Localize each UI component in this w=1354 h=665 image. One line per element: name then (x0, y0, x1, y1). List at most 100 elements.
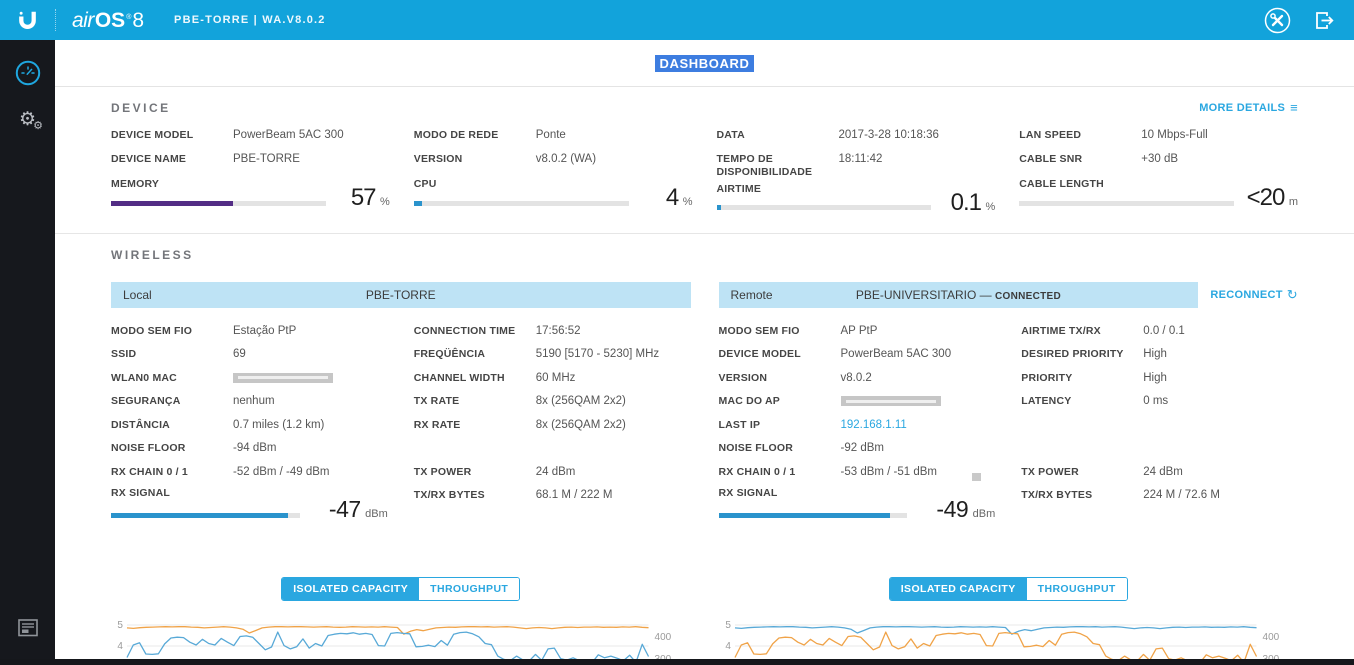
field-value: 68.1 M / 222 M (535, 489, 613, 502)
field-label: DEVICE MODEL (111, 129, 194, 141)
field-row: TX POWER 24 dBm (414, 464, 691, 488)
redacted-chip (971, 472, 981, 481)
brand-version: 8 (132, 8, 145, 32)
brand-reg: ® (126, 13, 132, 21)
redacted-value-bar (840, 396, 941, 407)
field-value: 224 M / 72.6 M (1143, 489, 1220, 502)
device-grid: DEVICE MODEL PowerBeam 5AC 300 DEVICE NAME… (111, 127, 1298, 217)
field-value: v8.0.2 (WA) (535, 152, 597, 165)
field-label: CABLE SNR (1019, 152, 1083, 165)
tools-icon[interactable] (1264, 7, 1291, 34)
ubiquiti-logo[interactable] (0, 8, 55, 33)
field-label: RX CHAIN 0 / 1 (111, 465, 188, 478)
remote-rx-signal: RX SIGNAL -49 dBm (718, 487, 995, 523)
field-value: PowerBeam 5AC 300 (233, 129, 344, 141)
topbar-icons (1264, 7, 1354, 34)
field-label: SSID (111, 348, 137, 361)
field-value: 18:11:42 (838, 152, 883, 165)
tab-dashboard[interactable]: DASHBOARD (654, 54, 755, 72)
remote-panel: PBE-UNIVERSITARIO — CONNECTED Remote REC… (718, 281, 1299, 524)
field-row: TX POWER 24 dBm (1021, 464, 1298, 488)
sidebar-item-dashboard[interactable] (0, 50, 55, 96)
remote-panel-header: PBE-UNIVERSITARIO — CONNECTED Remote (718, 281, 1199, 308)
field-row: LAST IP 192.168.1.11 (719, 417, 996, 441)
local-rx-signal: RX SIGNAL -47 dBm (111, 487, 388, 523)
airtime-meter: AIRTIME 0.1 % (716, 183, 995, 217)
field-value: v8.0.2 (840, 371, 872, 384)
svg-text:400: 400 (655, 632, 672, 643)
sidebar-item-console[interactable] (0, 605, 55, 651)
tab-isolated-capacity[interactable]: ISOLATED CAPACITY (889, 578, 1027, 601)
field-value: 0 ms (1143, 395, 1169, 408)
svg-text:5: 5 (117, 620, 123, 631)
field-row: VERSION v8.0.2 (WA) (414, 151, 693, 175)
field-label: MODO SEM FIO (111, 324, 193, 337)
meter-track (413, 200, 629, 206)
redacted-value-inner (845, 399, 936, 403)
cable-length-meter: CABLE LENGTH <20 m (1019, 178, 1298, 212)
field-label: DESIRED PRIORITY (1021, 348, 1124, 361)
field-row: WLAN0 MAC (111, 370, 388, 394)
field-row: AIRTIME TX/RX 0.0 / 0.1 (1021, 323, 1298, 347)
field-label: SEGURANÇA (111, 395, 181, 408)
sidebar: ⚙ ⚙ (0, 40, 55, 665)
redacted-value-inner (238, 376, 328, 380)
capacity-chart-remote: 5432400300200 (725, 620, 1279, 665)
reconnect-link[interactable]: RECONNECT ↻ (1210, 287, 1298, 303)
device-column: LAN SPEED 10 Mbps-Full CABLE SNR +30 dB CAB… (1019, 127, 1298, 217)
list-icon: ≡ (1290, 100, 1298, 115)
rx-signal-track (111, 513, 300, 519)
brand-air: air (72, 8, 94, 32)
logout-icon[interactable] (1313, 9, 1336, 32)
field-label: RX RATE (413, 418, 461, 431)
more-details-link[interactable]: MORE DETAILS ≡ (1199, 100, 1298, 115)
device-section-title: DEVICE (111, 100, 171, 115)
field-row: DISTÂNCIA 0.7 miles (1.2 km) (111, 417, 388, 441)
field-value: 8x (256QAM 2x2) (535, 418, 626, 431)
field-row: TX/RX BYTES 224 M / 72.6 M (1021, 487, 1298, 511)
tab-throughput[interactable]: THROUGHPUT (419, 578, 520, 601)
charts-row: ISOLATED CAPACITY THROUGHPUT 54324003002… (55, 577, 1354, 665)
rx-signal-fill (718, 513, 891, 519)
memory-meter: MEMORY 57 % (111, 178, 390, 212)
capacity-chart-local: 5432400300200 (117, 620, 672, 665)
refresh-icon: ↻ (1286, 286, 1298, 302)
tab-isolated-capacity[interactable]: ISOLATED CAPACITY (282, 578, 420, 601)
svg-text:4: 4 (117, 641, 123, 652)
field-value: Ponte (535, 129, 566, 141)
local-panel-header: PBE-TORRE Local (111, 281, 691, 308)
field-label: MODO SEM FIO (718, 324, 800, 337)
field-label: DISTÂNCIA (111, 418, 170, 431)
field-row: SSID 69 (111, 346, 388, 370)
field-value: Estação PtP (233, 324, 297, 337)
field-label: TX RATE (413, 395, 460, 408)
field-value: 69 (233, 348, 246, 361)
field-row: NOISE FLOOR -94 dBm (111, 440, 388, 464)
svg-text:4: 4 (725, 641, 731, 652)
top-bar: air OS ® 8 PBE-TORRE | WA.V8.0.2 (0, 0, 1354, 40)
field-value (233, 370, 388, 383)
field-value (840, 393, 996, 407)
airos-brand: air OS ® 8 (72, 10, 144, 31)
field-label: DEVICE MODEL (718, 348, 801, 361)
field-row: DEVICE NAME PBE-TORRE (111, 151, 390, 175)
local-right-column: CONNECTION TIME 17:56:52 FREQÜÊNCIA 5190 [5… (414, 323, 691, 524)
remote-panel-body: MODO SEM FIO AP PtP DEVICE MODEL PowerBeam … (718, 323, 1299, 524)
main-content: DASHBOARD DEVICE MORE DETAILS ≡ DEVICE M… (55, 40, 1354, 665)
device-column: MODO DE REDE Ponte VERSION v8.0.2 (WA) CPU … (413, 127, 693, 217)
field-row: PRIORITY High (1021, 370, 1298, 394)
field-label: LATENCY (1021, 395, 1072, 408)
field-row: RX CHAIN 0 / 1 -53 dBm / -51 dBm (719, 464, 996, 488)
device-column: DATA 2017-3-28 10:18:36 TEMPO DE DISPONIBI… (716, 127, 995, 217)
field-label: TX/RX BYTES (413, 489, 485, 502)
bottom-edge-strip (0, 659, 1354, 665)
more-details-label: MORE DETAILS (1199, 101, 1286, 114)
ip-link[interactable]: 192.168.1.11 (841, 417, 996, 433)
field-label: TEMPO DE DISPONIBILIDADE (716, 152, 813, 178)
field-value: 5190 [5170 - 5230] MHz (535, 348, 660, 361)
meter-value: 57 % (350, 184, 390, 211)
tab-throughput[interactable]: THROUGHPUT (1026, 578, 1127, 601)
field-value: High (1143, 348, 1167, 361)
field-value: -52 dBm / -49 dBm (233, 465, 330, 478)
sidebar-item-settings[interactable]: ⚙ ⚙ (0, 96, 55, 142)
